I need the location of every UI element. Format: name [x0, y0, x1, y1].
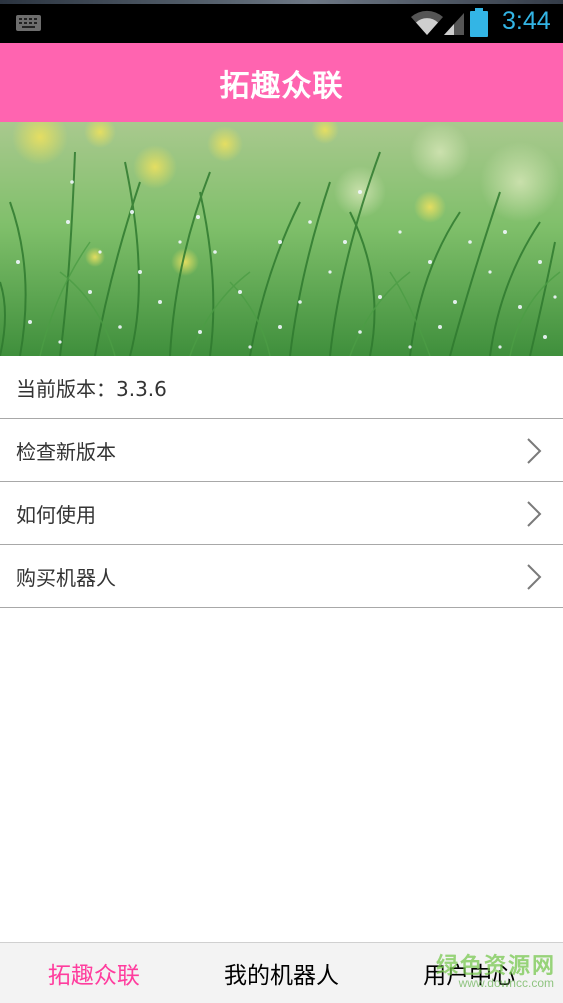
- battery-icon: [470, 8, 488, 37]
- page-title: 拓趣众联: [219, 68, 344, 104]
- how-to-use-label: 如何使用: [16, 502, 96, 527]
- check-update-row[interactable]: 检查新版本: [0, 419, 563, 482]
- bottom-nav: 拓趣众联 我的机器人 用户中心: [0, 942, 563, 1003]
- signal-icon: [444, 13, 464, 35]
- current-version-row: 当前版本：3.3.6: [0, 356, 563, 419]
- check-update-label: 检查新版本: [16, 439, 116, 464]
- settings-list: 当前版本：3.3.6 检查新版本 如何使用 购买机器人: [0, 356, 563, 608]
- keyboard-icon: [16, 15, 41, 31]
- grass-photo-icon: [0, 122, 563, 356]
- chevron-right-icon: [527, 501, 542, 527]
- buy-robot-label: 购买机器人: [16, 565, 116, 590]
- how-to-use-row[interactable]: 如何使用: [0, 482, 563, 545]
- tab-home[interactable]: 拓趣众联: [0, 943, 188, 1003]
- chevron-right-icon: [527, 564, 542, 590]
- status-bar: 3:44: [0, 0, 563, 43]
- status-bar-top-line: [0, 0, 563, 4]
- status-clock: 3:44: [502, 7, 551, 35]
- chevron-right-icon: [527, 438, 542, 464]
- title-bar: 拓趣众联: [0, 43, 563, 122]
- buy-robot-row[interactable]: 购买机器人: [0, 545, 563, 608]
- tab-my-robots[interactable]: 我的机器人: [188, 943, 376, 1003]
- current-version-label: 当前版本：3.3.6: [16, 376, 167, 401]
- wifi-icon: [411, 10, 443, 36]
- banner-image: [0, 122, 563, 356]
- tab-user-center[interactable]: 用户中心: [375, 943, 563, 1003]
